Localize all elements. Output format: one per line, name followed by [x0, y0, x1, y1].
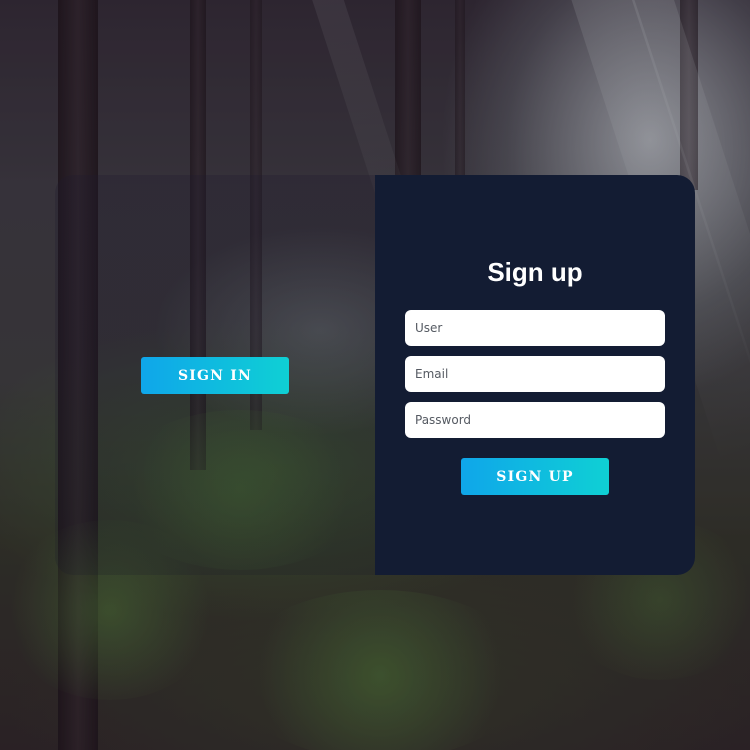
sign-in-button[interactable]: SIGN IN: [141, 357, 289, 394]
user-field[interactable]: [405, 310, 665, 346]
signup-panel: Sign up SIGN UP: [375, 175, 695, 575]
signin-panel: SIGN IN: [55, 175, 375, 575]
auth-card: SIGN IN Sign up SIGN UP: [55, 175, 695, 575]
sign-up-button[interactable]: SIGN UP: [461, 458, 609, 495]
signup-title: Sign up: [487, 257, 583, 287]
email-field[interactable]: [405, 356, 665, 392]
password-field[interactable]: [405, 402, 665, 438]
